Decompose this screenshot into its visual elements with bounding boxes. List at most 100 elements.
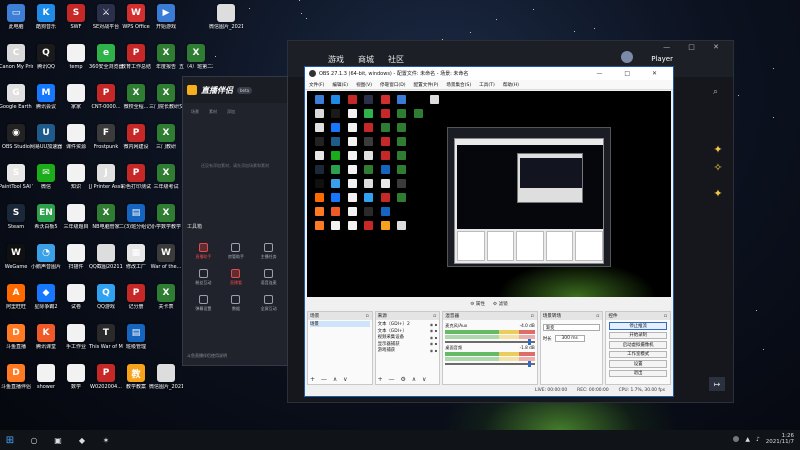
desktop-icon[interactable]: A 阿里旺旺 [0,284,32,324]
subtab-add[interactable]: 添加 [227,109,235,115]
dock-float-icon[interactable]: ▫ [366,314,369,319]
desktop-icon[interactable]: 微信图片_2021042... [209,4,243,44]
desktop-icon[interactable]: ▤ 二(3)班分组记录 [119,204,153,244]
desktop-icon[interactable]: SPaintTool SAI Ver.1 [0,164,33,204]
volume-icon[interactable]: ♪ [756,436,760,443]
desktop-icon[interactable]: X 三门院长教研交流 [149,84,183,124]
desktop-icon[interactable]: shower [30,364,62,404]
desktop-icon[interactable]: P CNT-0000... [90,84,122,124]
desktop-icon[interactable]: QQ截图20211103... [89,244,123,284]
tool-item[interactable]: 直播看 [220,269,253,286]
desktop-icon[interactable]: T This War of Mine [89,324,123,364]
game-tab-games[interactable]: 游戏 [328,54,344,65]
duration-input[interactable]: 300 ms [554,335,585,342]
obs-window[interactable]: OBS 27.1.3 (64-bit, windows) - 配置文件: 未命名… [304,66,674,397]
source-item[interactable]: 游戏捕获 ◉ ▪ [378,347,438,354]
desktop-icon[interactable]: ▦ 修改工厂 [120,244,152,284]
desktop-icon[interactable]: 微信图片_2021042... [149,364,183,404]
scenes-dock-toolbar[interactable]: + — ∧ ∨ [310,376,350,383]
subtab-material[interactable]: 素材 [209,109,217,115]
desktop-icon[interactable]: S Steam [0,204,32,244]
control-button[interactable]: 工作室模式 [609,350,667,358]
start-button[interactable]: ⊞ [4,434,16,446]
desktop-icon[interactable]: 试卷 [60,284,92,324]
desktop-icon[interactable]: S SWF [60,4,92,44]
desktop-icon[interactable]: ◔ 小鹅声音图片 [30,244,62,284]
obs-titlebar[interactable]: OBS 27.1.3 (64-bit, windows) - 配置文件: 未命名… [305,67,673,80]
obs-window-controls[interactable]: — □ ✕ [596,70,667,77]
obs-menu-item[interactable]: 文件(F) [309,82,324,88]
network-icon[interactable]: ▲ [745,436,750,443]
dock-float-icon[interactable]: ▫ [596,314,599,319]
visibility-eye-icon[interactable]: ◉ ▪ [430,341,437,346]
desktop-icon[interactable]: U 网易UU加速器 [30,124,62,164]
search-icon[interactable]: ⌕ [713,87,723,97]
desktop-icon[interactable]: X 三年级考试 [150,164,182,204]
desktop-icon[interactable]: P 彩色打印测试 [120,164,152,204]
desktop-icon[interactable]: Q QQ游戏 [90,284,122,324]
desktop-icon[interactable]: ◉ OBS Studio [0,124,32,164]
desktop-icon[interactable]: 教教学教案 [120,364,152,404]
dock-float-icon[interactable]: ▫ [531,314,534,319]
desktop-icon[interactable]: D 斗鱼直播 [0,324,32,364]
desktop-icon[interactable]: ▶ 开始游戏 [150,4,182,44]
tool-item[interactable]: 数据 [220,295,253,312]
player-name[interactable]: Player [651,55,673,63]
desktop-icon[interactable]: X 三门教研 [150,124,182,164]
desktop-icon[interactable]: K 腾讯课堂 [30,324,62,364]
obs-preview-canvas[interactable] [307,91,671,297]
properties-button[interactable]: ⚙ 属性 [470,301,485,307]
side-badge-icon[interactable]: ✦ [712,144,724,156]
obs-menu-item[interactable]: 场景集合(S) [446,82,471,88]
desktop-icon[interactable]: W WeGame [0,244,32,284]
side-badge-icon[interactable]: ✦ [712,188,724,200]
live-assistant-panel[interactable]: 直播伴侣 beta 场景 素材 添加 还没有添加素材，请先添加场景和素材 工具箱… [182,76,288,366]
control-button[interactable]: 启动虚拟摄像机 [609,341,667,349]
tray-icon[interactable] [733,436,740,442]
volume-fader[interactable] [445,361,535,367]
desktop-icon[interactable]: P 微内网建设 [120,124,152,164]
desktop-icon[interactable]: 三年级题目 [60,204,92,244]
tool-item[interactable]: 全屏互动 [252,295,285,312]
obs-menu-item[interactable]: 编辑(E) [332,82,348,88]
transition-select[interactable]: 渐变 [542,324,601,331]
desktop-icon[interactable]: X 小学数学教学 [150,204,182,244]
volume-fader[interactable] [445,339,535,345]
desktop-icon[interactable]: ◆ 星际争霸2 [30,284,62,324]
desktop-icon[interactable]: ⚔ SE对战平台 [90,4,122,44]
send-icon[interactable]: ↦ [709,377,725,391]
dock-float-icon[interactable]: ▫ [664,314,667,319]
game-taskbar-icon[interactable]: ✶ [100,434,112,446]
desktop-icon[interactable]: 知识 [60,164,92,204]
desktop-icon[interactable]: e 360安全浏览器 [89,44,123,84]
desktop-icon[interactable]: J JJ Printer Assista... [89,164,123,204]
player-avatar[interactable] [621,51,633,63]
tool-item[interactable]: 粉丝互动 [187,269,220,286]
desktop-icon[interactable]: X 关卡表 [150,284,182,324]
desktop-icon[interactable]: EN 希沃白板5 [30,204,62,244]
tool-item[interactable]: 房管助手 [220,243,253,260]
scene-item[interactable]: 场景 [310,321,370,327]
tool-item[interactable]: 直播助手 [187,243,220,260]
desktop-icon[interactable]: F Frostpunk [90,124,122,164]
obs-menu-item[interactable]: 帮助(H) [503,82,519,88]
desktop-icon[interactable]: 手工作业 [60,324,92,364]
desktop-icon[interactable]: X 年度报告 [150,44,182,84]
side-badge-icon[interactable]: ✧ [712,162,724,174]
obs-menu-item[interactable]: 配置文件(P) [414,82,439,88]
desktop-icon[interactable]: X NB电脑管家 [90,204,122,244]
visibility-eye-icon[interactable]: ◉ ▪ [430,322,437,327]
live-assistant-taskbar-icon[interactable]: ◆ [76,434,88,446]
visibility-eye-icon[interactable]: ◉ ▪ [430,335,437,340]
control-button[interactable]: 开始录制 [609,331,667,339]
control-button[interactable]: 停止推流 [609,322,667,330]
tool-item[interactable]: 语音连麦 [252,269,285,286]
filters-button[interactable]: ⚙ 滤镜 [493,301,508,307]
desktop-icon[interactable]: 扫描件 [60,244,92,284]
control-button[interactable]: 设置 [609,360,667,368]
desktop-icon[interactable]: Q 腾讯QQ [30,44,62,84]
desktop-icon[interactable]: 家家 [60,84,92,124]
dock-float-icon[interactable]: ▫ [433,314,436,319]
desktop-icon[interactable]: M 腾讯会议 [30,84,62,124]
search-icon[interactable]: ○ [28,434,40,446]
